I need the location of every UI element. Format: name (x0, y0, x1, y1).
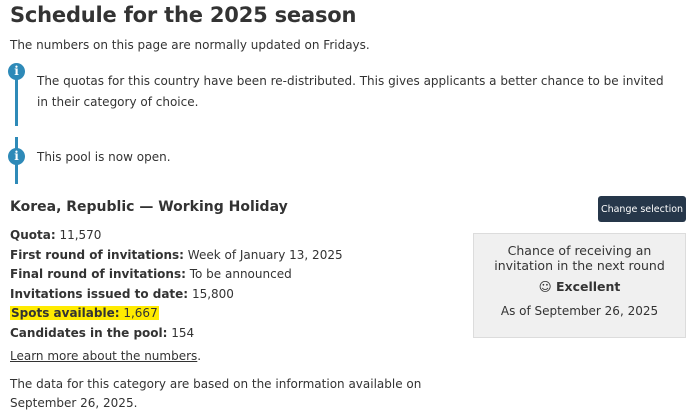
invitations-issued-label: Invitations issued to date: (10, 286, 189, 301)
invitations-issued-row: Invitations issued to date: 15,800 (10, 285, 343, 305)
alert-text: This pool is now open. (37, 150, 171, 164)
chance-rating-text: Excellent (555, 279, 621, 294)
final-round-label: Final round of invitations: (10, 267, 186, 281)
candidates-label: Candidates in the pool: (10, 325, 168, 340)
learn-more-link[interactable]: Learn more about the numbers (10, 349, 197, 363)
learn-more-line: Learn more about the numbers. (10, 349, 201, 363)
info-icon: i (8, 148, 25, 165)
quota-value: 11,570 (59, 228, 102, 242)
invitations-issued-value: 15,800 (191, 286, 234, 301)
spots-available-label: Spots available: (11, 306, 120, 320)
alert-accent-bar (15, 77, 18, 126)
first-round-row: First round of invitations: Week of Janu… (10, 246, 343, 266)
final-round-value: To be announced (189, 267, 292, 281)
spots-available-value: 1,667 (123, 306, 158, 320)
smile-icon: ☺ (538, 279, 552, 294)
learn-more-suffix: . (197, 349, 202, 363)
quota-label: Quota: (10, 228, 56, 242)
spots-available-highlight: Spots available: 1,667 (10, 306, 159, 320)
candidates-value: 154 (171, 325, 195, 340)
info-icon: i (8, 63, 25, 80)
page-subtitle: The numbers on this page are normally up… (10, 38, 370, 52)
category-details: Quota: 11,570 First round of invitations… (10, 226, 343, 343)
quota-row: Quota: 11,570 (10, 226, 343, 246)
candidates-row: Candidates in the pool: 154 (10, 324, 343, 344)
chance-title: Chance of receiving an invitation in the… (494, 243, 665, 273)
first-round-value: Week of January 13, 2025 (187, 247, 343, 262)
chance-rating: ☺ Excellent (474, 279, 685, 294)
final-round-row: Final round of invitations: To be announ… (10, 265, 343, 285)
category-title: Korea, Republic — Working Holiday (10, 199, 288, 215)
data-footnote: The data for this category are based on … (10, 377, 422, 410)
info-alert-pool-open: i This pool is now open. (8, 137, 688, 187)
first-round-label: First round of invitations: (10, 247, 184, 262)
change-selection-button[interactable]: Change selection (598, 196, 686, 222)
invitation-chance-box: Chance of receiving an invitation in the… (473, 233, 686, 338)
page-title: Schedule for the 2025 season (10, 3, 357, 27)
spots-available-row: Spots available: 1,667 (10, 304, 343, 324)
alert-text: The quotas for this country have been re… (37, 74, 664, 109)
chance-date: As of September 26, 2025 (500, 304, 659, 318)
info-alert-quotas: i The quotas for this country have been … (8, 63, 688, 126)
